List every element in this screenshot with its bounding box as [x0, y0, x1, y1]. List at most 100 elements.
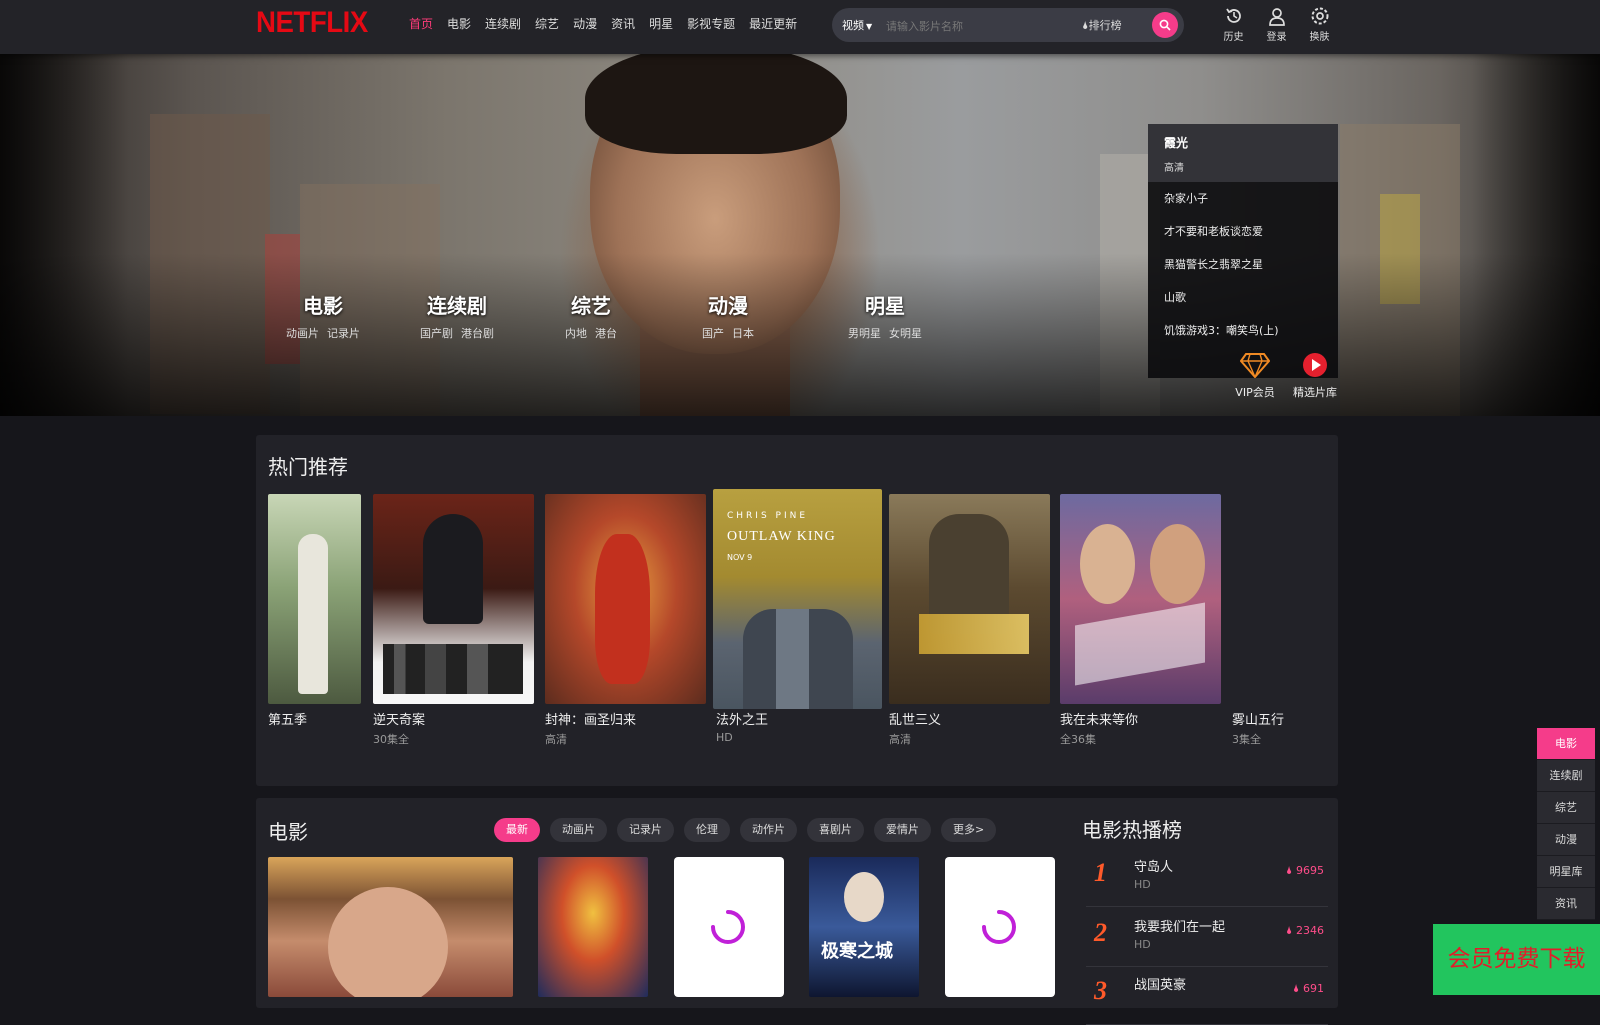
playlist-item[interactable]: 才不要和老板谈恋爱 — [1148, 215, 1338, 248]
poster-loading-card[interactable] — [945, 857, 1055, 997]
sidenav-item-news[interactable]: 资讯 — [1537, 888, 1595, 920]
loading-spinner-icon — [711, 910, 745, 944]
banner-cat-sub[interactable]: 国产剧 — [420, 325, 453, 341]
filter-tab[interactable]: 动作片 — [740, 818, 797, 842]
nav-item-movies[interactable]: 电影 — [440, 15, 478, 32]
poster-card[interactable] — [545, 494, 706, 704]
banner-cat-sub[interactable]: 内地 — [565, 325, 587, 341]
rank-heat-value: 2346 — [1296, 924, 1324, 937]
nav-item-topics[interactable]: 影视专题 — [680, 15, 742, 32]
playlist-item[interactable]: 饥饿游戏3：嘲笑鸟(上) — [1148, 314, 1338, 347]
nav-item-latest[interactable]: 最近更新 — [742, 15, 804, 32]
banner-categories: 电影 动画片 记录片 连续剧 国产剧 港台剧 综艺 内地 港台 动漫 国产 日本 明星 … — [256, 290, 952, 341]
banner-cat-sub[interactable]: 港台剧 — [461, 325, 494, 341]
banner-cat-stars: 明星 男明星 女明星 — [818, 290, 952, 341]
caret-down-icon: ▼ — [866, 22, 873, 31]
sidenav-item-star-library[interactable]: 明星库 — [1537, 856, 1595, 888]
search-type-select[interactable]: 视频 ▼ — [842, 17, 872, 33]
poster-title[interactable]: 封神：画圣归来 — [545, 709, 636, 728]
playlist-item[interactable]: 黑猫警长之翡翠之星 — [1148, 248, 1338, 281]
search-button[interactable] — [1152, 12, 1178, 38]
user-icon — [1268, 8, 1285, 26]
rank-number: 3 — [1090, 976, 1118, 1008]
banner-cat-title[interactable]: 明星 — [818, 290, 952, 319]
poster-title[interactable]: 法外之王 — [716, 709, 768, 728]
banner-cat-sub[interactable]: 记录片 — [327, 325, 360, 341]
playlist-current[interactable]: 霞光 高清 — [1148, 124, 1338, 182]
poster-card[interactable] — [538, 857, 648, 997]
nav-item-news[interactable]: 资讯 — [604, 15, 642, 32]
poster-card[interactable] — [1060, 494, 1221, 704]
rank-link[interactable]: 🌢排行榜 — [1082, 17, 1122, 33]
filter-tab[interactable]: 记录片 — [617, 818, 674, 842]
poster-title[interactable]: 我在未来等你 — [1060, 709, 1138, 728]
history-button[interactable]: 历史 — [1212, 6, 1255, 43]
rank-name[interactable]: 战国英豪 — [1134, 974, 1186, 993]
banner-cat-title[interactable]: 电影 — [256, 290, 390, 319]
rank-row[interactable]: 1 守岛人 HD 🌢 9695 — [1086, 848, 1328, 907]
filter-tab[interactable]: 最新 — [494, 818, 540, 842]
poster-card[interactable]: CHRIS PINE OUTLAW KING NOV 9 — [713, 489, 882, 709]
banner-cat-title[interactable]: 综艺 — [524, 290, 658, 319]
rank-row[interactable]: 3 战国英豪 🌢 691 — [1086, 966, 1328, 1025]
hero-banner[interactable] — [0, 54, 1600, 416]
banner-cat-sub[interactable]: 国产 — [702, 325, 724, 341]
poster-status: 全36集 — [1060, 733, 1096, 746]
vip-download-button[interactable]: 会员免费下载 — [1433, 924, 1600, 995]
nav-item-anime[interactable]: 动漫 — [566, 15, 604, 32]
poster-figure — [423, 514, 483, 624]
search-input[interactable] — [884, 15, 1073, 37]
search-bar: 视频▼ 🌢排行榜 — [832, 8, 1184, 42]
vip-member-link[interactable]: VIP会员 — [1225, 352, 1285, 400]
hot-recommend-section: 热门推荐 第五季 逆天奇案 30集全 封神：画圣归来 高清 CHRIS PINE… — [256, 435, 1338, 786]
banner-cat-sub[interactable]: 港台 — [595, 325, 617, 341]
banner-cat-sub[interactable]: 动画片 — [286, 325, 319, 341]
poster-card[interactable] — [373, 494, 534, 704]
sidenav-item-anime[interactable]: 动漫 — [1537, 824, 1595, 856]
playlist-item[interactable]: 山歌 — [1148, 281, 1338, 314]
poster-loading-card[interactable] — [674, 857, 784, 997]
sidenav-item-variety[interactable]: 综艺 — [1537, 792, 1595, 824]
nav-item-variety[interactable]: 综艺 — [528, 15, 566, 32]
sidenav-item-series[interactable]: 连续剧 — [1537, 760, 1595, 792]
rank-row[interactable]: 2 我要我们在一起 HD 🌢 2346 — [1086, 908, 1328, 967]
poster-card[interactable] — [268, 857, 513, 997]
poster-card[interactable] — [889, 494, 1050, 704]
banner-cat-sub[interactable]: 女明星 — [889, 325, 922, 341]
login-button[interactable]: 登录 — [1255, 6, 1298, 43]
filter-more[interactable]: 更多> — [941, 818, 997, 842]
nav-item-home[interactable]: 首页 — [402, 15, 440, 32]
filter-tab[interactable]: 喜剧片 — [807, 818, 864, 842]
poster-card[interactable]: 极寒之城 — [809, 857, 919, 997]
poster-status: 高清 — [545, 733, 567, 746]
filter-tab[interactable]: 动画片 — [550, 818, 607, 842]
nav-item-series[interactable]: 连续剧 — [478, 15, 528, 32]
filter-tab[interactable]: 爱情片 — [874, 818, 931, 842]
banner-cat-sub[interactable]: 日本 — [732, 325, 754, 341]
playlist-item[interactable]: 杂家小子 — [1148, 182, 1338, 215]
search-type-label: 视频 — [842, 19, 864, 32]
banner-cat-sub[interactable]: 男明星 — [848, 325, 881, 341]
history-label: 历史 — [1223, 32, 1244, 43]
banner-cat-movies: 电影 动画片 记录片 — [256, 290, 390, 341]
netflix-logo[interactable]: NETFLIX — [256, 6, 368, 40]
rank-number: 1 — [1090, 858, 1118, 890]
poster-title[interactable]: 逆天奇案 — [373, 709, 425, 728]
poster-title[interactable]: 乱世三义 — [889, 709, 941, 728]
nav-item-stars[interactable]: 明星 — [642, 15, 680, 32]
banner-cat-title[interactable]: 动漫 — [658, 290, 798, 319]
poster-card[interactable] — [268, 494, 361, 704]
poster-title[interactable]: 第五季 — [268, 709, 307, 728]
curated-library-link[interactable]: 精选片库 — [1285, 352, 1345, 400]
flame-icon: 🌢 — [1285, 924, 1293, 937]
banner-playlist: 霞光 高清 杂家小子 才不要和老板谈恋爱 黑猫警长之翡翠之星 山歌 饥饿游戏3：… — [1148, 124, 1338, 378]
rank-name[interactable]: 我要我们在一起 — [1134, 916, 1225, 935]
rank-name[interactable]: 守岛人 — [1134, 856, 1173, 875]
poster-title[interactable]: 雾山五行 — [1232, 709, 1284, 728]
skin-button[interactable]: 换肤 — [1298, 6, 1341, 43]
filter-tab[interactable]: 伦理 — [684, 818, 730, 842]
banner-cat-title[interactable]: 连续剧 — [390, 290, 524, 319]
poster-figure — [743, 609, 853, 709]
sidenav-item-movies[interactable]: 电影 — [1537, 728, 1595, 760]
movie-filter-tabs: 最新 动画片 记录片 伦理 动作片 喜剧片 爱情片 更多> — [494, 818, 997, 842]
